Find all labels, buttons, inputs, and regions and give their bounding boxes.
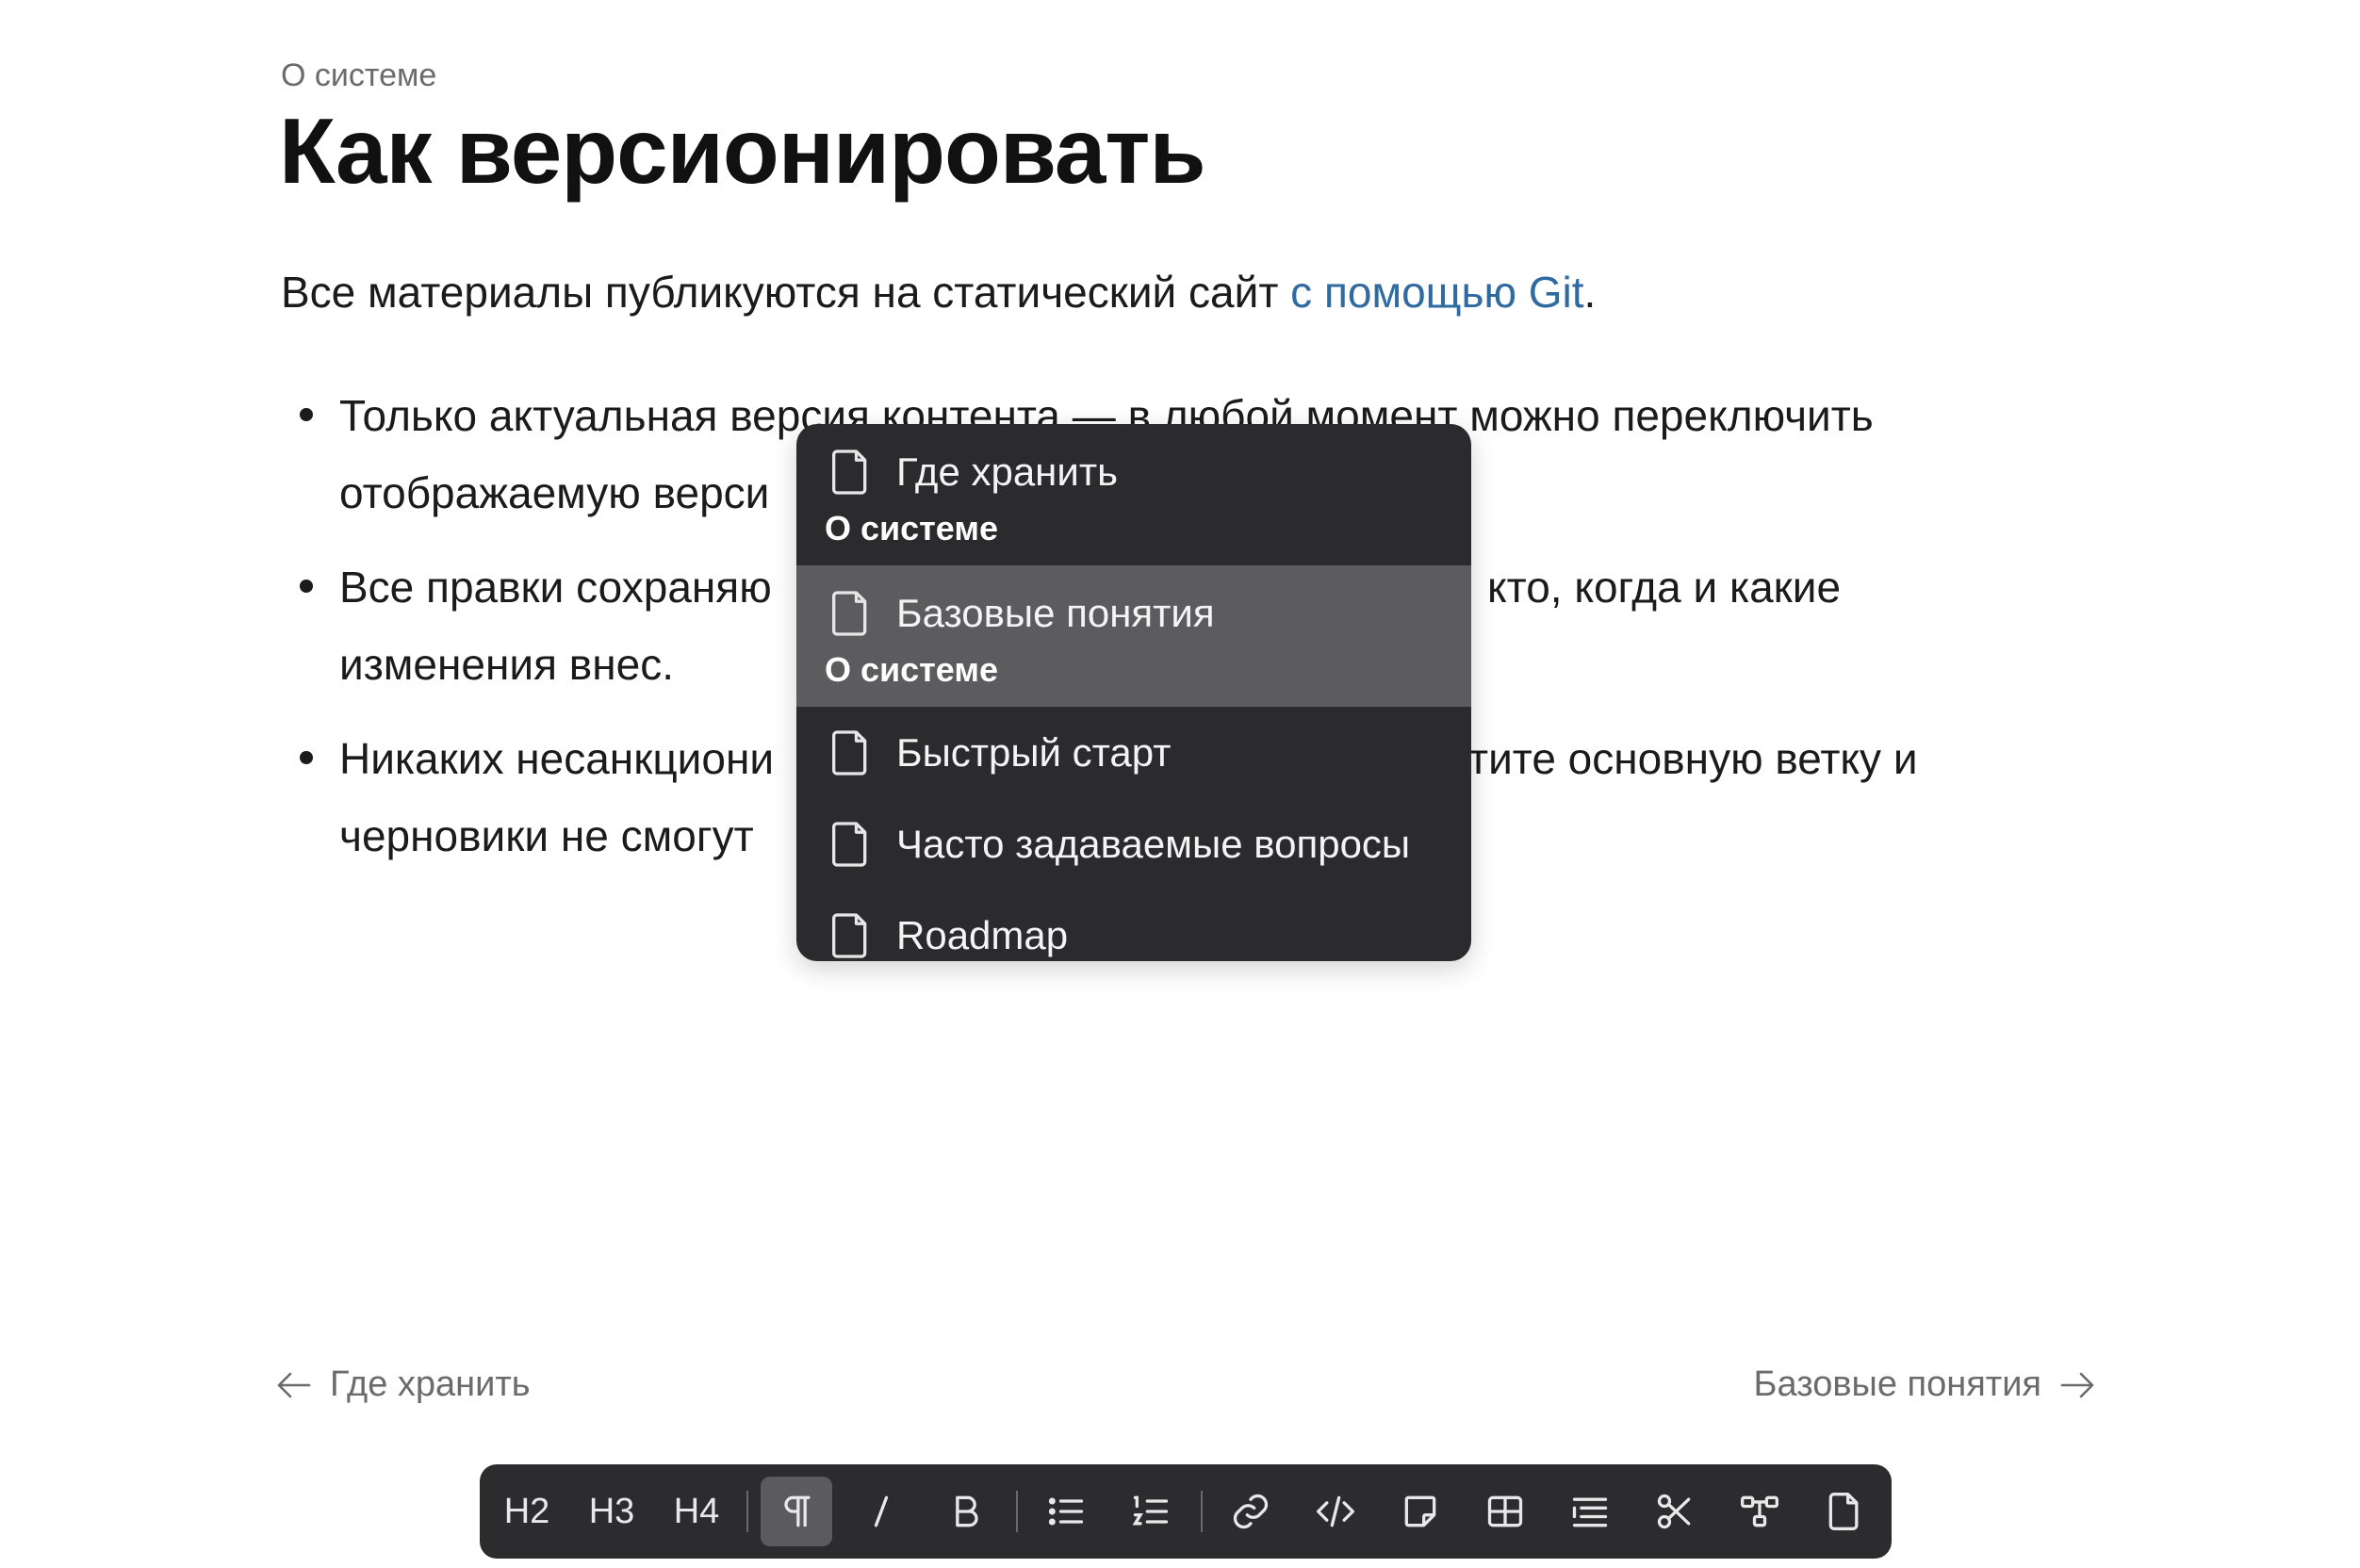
bold-icon (956, 1495, 978, 1527)
heading-4-button[interactable]: H4 (661, 1477, 732, 1546)
numbered-list-icon (1132, 1495, 1169, 1526)
link-button[interactable] (1215, 1477, 1287, 1546)
bullet-dot (300, 408, 313, 421)
list-item-tail: кто, когда и какие (1487, 563, 1842, 612)
popup-item-section: О системе (825, 509, 999, 547)
toolbar-divider (746, 1491, 748, 1532)
heading-2-button[interactable]: H2 (491, 1477, 563, 1546)
bullet-dot (300, 751, 313, 764)
popup-item-label: Часто задаваемые вопросы (896, 821, 1411, 866)
code-icon (1317, 1495, 1354, 1527)
bullet-list-button[interactable] (1030, 1477, 1102, 1546)
page-icon (1828, 1493, 1859, 1530)
note-icon (1404, 1495, 1436, 1527)
code-button[interactable] (1300, 1477, 1371, 1546)
document-icon (832, 821, 867, 867)
list-item-text: Все правки сохраняю (339, 563, 772, 612)
numbered-list-button[interactable] (1115, 1477, 1187, 1546)
link-icon (1233, 1494, 1269, 1529)
next-page-label: Базовые понятия (1753, 1364, 2041, 1404)
arrow-right-icon (2060, 1372, 2094, 1397)
popup-item-label: Где хранить (896, 449, 1118, 494)
list-item-tail: тите основную ветку и (1468, 734, 1918, 783)
breadcrumb[interactable]: О системе (281, 55, 436, 96)
document-icon (832, 591, 867, 636)
document-icon (832, 449, 867, 495)
next-page-link[interactable]: Базовые понятия (1754, 1364, 2094, 1405)
popup-item-gde-hranit[interactable]: Где хранить О системе (796, 424, 1471, 565)
bullet-list-icon (1048, 1497, 1084, 1526)
list-item-text: черновики не смогут (339, 811, 754, 860)
editor-toolbar: H2 H3 H4 (480, 1464, 1892, 1559)
popup-item-label: Быстрый старт (896, 729, 1172, 775)
cut-icon (1657, 1494, 1691, 1529)
popup-item-bystryi-start[interactable]: Быстрый старт (796, 707, 1471, 798)
heading-3-label: H3 (588, 1491, 635, 1531)
popup-item-roadmap[interactable]: Roadmap (796, 890, 1471, 961)
italic-icon (874, 1495, 889, 1527)
table-button[interactable] (1469, 1477, 1541, 1546)
page-title: Как версионировать (279, 99, 1206, 203)
popup-item-section: О системе (825, 650, 999, 689)
popup-item-faq[interactable]: Часто задаваемые вопросы (796, 798, 1471, 890)
bullet-dot (300, 580, 313, 593)
document-icon (832, 912, 867, 958)
popup-item-label: Базовые понятия (896, 591, 1215, 635)
popup-item-label: Roadmap (896, 912, 1069, 957)
document-icon (832, 729, 867, 776)
cut-button[interactable] (1639, 1477, 1711, 1546)
link-suggestion-popup: Где хранить О системе Базовые понятия О … (796, 424, 1471, 961)
arrow-left-icon (277, 1372, 311, 1397)
diagram-button[interactable] (1724, 1477, 1795, 1546)
page-button[interactable] (1809, 1477, 1880, 1546)
git-link[interactable]: с помощью Git (1290, 268, 1583, 317)
intro-text: Все материалы публикуются на статический… (281, 268, 1291, 317)
outline-button[interactable] (1554, 1477, 1626, 1546)
table-icon (1487, 1495, 1523, 1527)
heading-4-label: H4 (673, 1491, 720, 1531)
prev-page-link[interactable]: Где хранить (277, 1364, 531, 1405)
popup-item-bazovye-ponyatiya[interactable]: Базовые понятия О системе (796, 565, 1471, 707)
bold-button[interactable] (930, 1477, 1002, 1546)
outline-icon (1572, 1497, 1608, 1527)
italic-button[interactable] (845, 1477, 917, 1546)
heading-3-button[interactable]: H3 (576, 1477, 647, 1546)
heading-2-label: H2 (503, 1491, 550, 1531)
prev-page-label: Где хранить (330, 1364, 531, 1404)
list-item-text: изменения внес. (339, 640, 674, 689)
note-button[interactable] (1385, 1477, 1456, 1546)
diagram-icon (1741, 1495, 1778, 1527)
page: О системе Как версионировать Все материа… (0, 0, 2360, 1568)
paragraph-icon (784, 1495, 811, 1527)
intro-paragraph: Все материалы публикуются на статический… (281, 264, 1596, 320)
list-item-text: Никаких несанкциони (339, 734, 775, 783)
toolbar-divider (1016, 1491, 1018, 1532)
paragraph-button[interactable] (761, 1477, 832, 1546)
intro-end: . (1583, 268, 1597, 317)
toolbar-divider (1201, 1491, 1203, 1532)
